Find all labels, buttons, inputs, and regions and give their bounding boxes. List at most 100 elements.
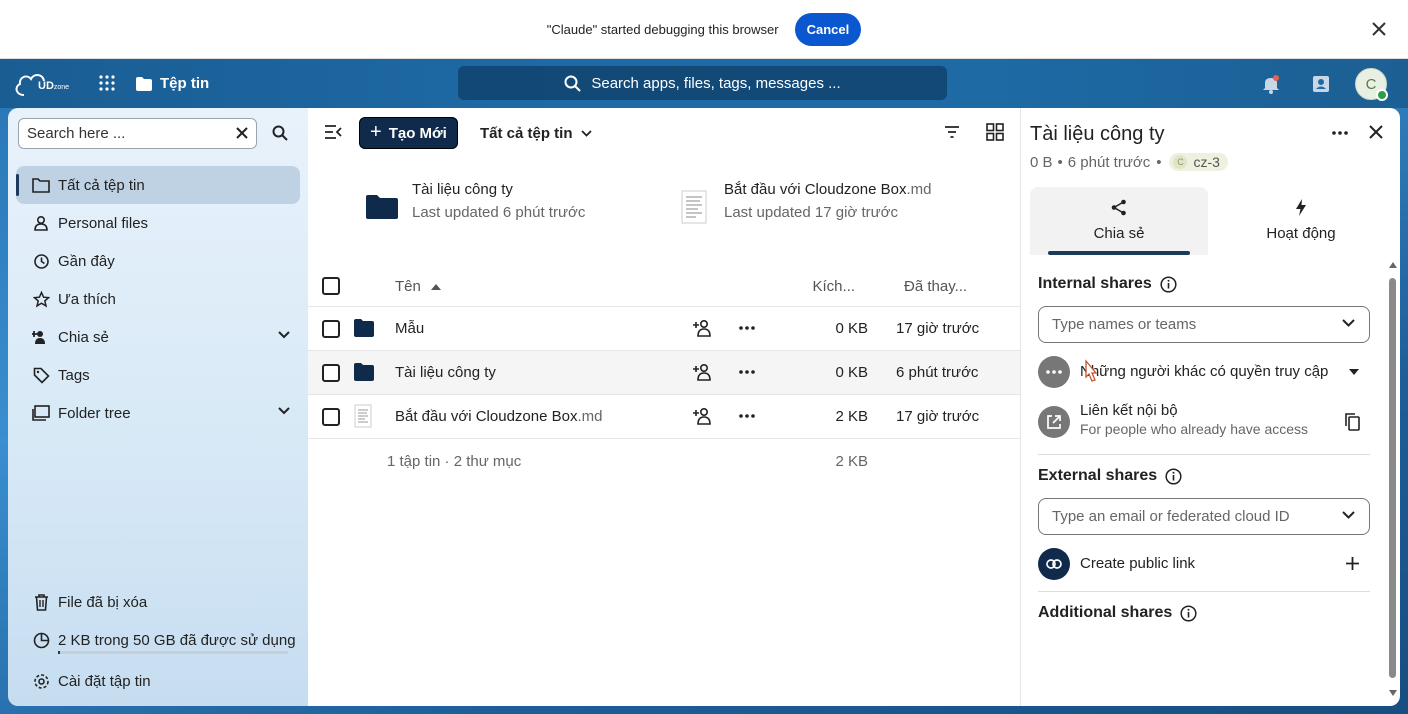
sidebar-search-input[interactable] — [27, 125, 227, 142]
history-icon — [33, 253, 49, 269]
scrollbar-thumb[interactable] — [1389, 278, 1396, 678]
select-all-checkbox[interactable] — [322, 277, 340, 295]
details-title: Tài liệu công ty — [1030, 123, 1165, 145]
folder-icon — [354, 319, 374, 337]
others-access-label: Những người khác có quyền truy cập — [1080, 363, 1329, 380]
info-icon[interactable] — [1160, 275, 1177, 293]
more-actions-icon[interactable] — [1332, 124, 1348, 142]
row-checkbox[interactable] — [322, 364, 340, 382]
create-public-link-row[interactable]: Create public link — [1038, 539, 1370, 589]
cloudzone-logo[interactable]: UDzone — [12, 69, 78, 99]
column-header-name[interactable]: Tên — [395, 278, 441, 295]
more-actions-icon[interactable] — [739, 319, 755, 337]
folder-icon — [136, 76, 152, 91]
summary-count: 1 tập tin · 2 thư mục — [387, 453, 522, 470]
close-icon[interactable] — [1370, 20, 1388, 38]
new-button-label: Tạo Mới — [388, 124, 447, 142]
recent-card[interactable]: Tài liệu công ty Last updated 6 phút trư… — [364, 181, 585, 225]
file-modified: 17 giờ trước — [896, 408, 980, 425]
cancel-debug-button[interactable]: Cancel — [794, 12, 862, 46]
caret-down-icon[interactable] — [1349, 369, 1359, 375]
share-person-icon[interactable] — [692, 407, 712, 425]
chevron-down-icon[interactable] — [278, 407, 290, 415]
sidebar-item-shares[interactable]: Chia sẻ — [16, 318, 300, 356]
online-status-indicator — [1376, 89, 1388, 101]
contacts-icon[interactable] — [1311, 74, 1331, 94]
app-grid-icon[interactable] — [99, 75, 115, 91]
debug-message: "Claude" started debugging this browser — [546, 21, 779, 37]
toggle-sidebar-icon[interactable] — [324, 124, 342, 140]
search-icon[interactable] — [272, 125, 288, 141]
user-avatar[interactable]: C — [1355, 68, 1388, 101]
tag-icon — [33, 367, 50, 384]
table-row[interactable]: Tài liệu công ty 0 KB 6 phút trước — [308, 351, 1020, 395]
row-checkbox[interactable] — [322, 320, 340, 338]
table-row[interactable]: Mẫu 0 KB 17 giờ trước — [308, 307, 1020, 351]
filter-icon[interactable] — [944, 125, 960, 139]
tag-label: cz-3 — [1193, 154, 1220, 170]
sidebar-item-recent[interactable]: Gần đây — [16, 242, 300, 280]
row-checkbox[interactable] — [322, 408, 340, 426]
file-name[interactable]: Bắt đầu với Cloudzone Box.md — [395, 408, 602, 425]
file-toolbar: + Tạo Mới Tất cả tệp tin — [308, 108, 1020, 158]
sidebar-item-tags[interactable]: Tags — [16, 356, 300, 394]
details-sidebar: Tài liệu công ty 0 B • 6 phút trước • Cc… — [1020, 108, 1400, 706]
clear-search-icon[interactable] — [235, 126, 249, 140]
file-name[interactable]: Tài liệu công ty — [395, 364, 496, 381]
share-icon — [32, 331, 45, 344]
global-search[interactable]: Search apps, files, tags, messages ... — [458, 66, 947, 100]
file-name[interactable]: Mẫu — [395, 320, 424, 337]
internal-link-row[interactable]: Liên kết nội bộ For people who already h… — [1038, 397, 1370, 447]
pie-chart-icon — [33, 632, 49, 648]
sidebar-item-all-files[interactable]: Tất cả tệp tin — [16, 166, 300, 204]
global-search-placeholder: Search apps, files, tags, messages ... — [591, 74, 841, 92]
view-filter-dropdown[interactable]: Tất cả tệp tin — [480, 125, 592, 142]
info-icon[interactable] — [1165, 467, 1182, 485]
new-button[interactable]: + Tạo Mới — [359, 117, 458, 149]
close-icon[interactable] — [1369, 125, 1383, 139]
chevron-down-icon — [1342, 319, 1355, 327]
public-link-label: Create public link — [1080, 555, 1196, 572]
table-row[interactable]: Bắt đầu với Cloudzone Box.md 2 KB 17 giờ… — [308, 395, 1020, 439]
tab-sharing[interactable]: Chia sẻ — [1030, 187, 1208, 255]
column-header-size[interactable]: Kích... — [812, 278, 855, 295]
share-person-icon[interactable] — [692, 363, 712, 381]
sidebar-item-deleted-files[interactable]: File đã bị xóa — [16, 583, 300, 621]
lightning-icon — [1296, 199, 1306, 216]
grid-view-icon[interactable] — [986, 123, 1004, 141]
scroll-down-icon[interactable] — [1389, 690, 1397, 696]
app-name-label: Tệp tin — [160, 75, 210, 92]
sidebar-item-label: Folder tree — [58, 404, 131, 422]
sidebar-item-quota: 2 KB trong 50 GB đã được sử dụng — [16, 621, 300, 659]
recent-card[interactable]: Bắt đầu với Cloudzone Box.md Last update… — [676, 181, 931, 225]
info-icon[interactable] — [1180, 604, 1197, 622]
plus-icon[interactable] — [1346, 557, 1359, 570]
tab-activity[interactable]: Hoạt động — [1212, 187, 1390, 255]
others-with-access-row[interactable]: Những người khác có quyền truy cập — [1038, 347, 1370, 397]
internal-shares-section: Internal shares — [1038, 273, 1370, 295]
divider — [1038, 591, 1370, 592]
external-shares-section: External shares — [1038, 465, 1370, 487]
sidebar-item-settings[interactable]: Cài đặt tập tin — [16, 662, 300, 700]
table-summary: 1 tập tin · 2 thư mục 2 KB — [308, 439, 1020, 483]
system-tag[interactable]: Ccz-3 — [1169, 153, 1228, 171]
view-filter-label: Tất cả tệp tin — [480, 125, 573, 142]
sidebar-item-favorites[interactable]: Ưa thích — [16, 280, 300, 318]
sidebar-item-personal-files[interactable]: Personal files — [16, 204, 300, 242]
details-scrollbar[interactable] — [1388, 262, 1398, 698]
recent-card-name: Bắt đầu với Cloudzone Box.md — [724, 181, 932, 198]
scroll-up-icon[interactable] — [1389, 262, 1397, 268]
sidebar-item-folder-tree[interactable]: Folder tree — [16, 394, 300, 432]
internal-share-search[interactable]: Type names or teams — [1038, 306, 1370, 343]
notifications-bell-icon[interactable] — [1261, 74, 1281, 94]
app-name-files[interactable]: Tệp tin — [136, 75, 209, 92]
copy-icon[interactable] — [1344, 412, 1361, 432]
sidebar-item-label: Gần đây — [58, 252, 115, 270]
more-actions-icon[interactable] — [739, 407, 755, 425]
external-share-search[interactable]: Type an email or federated cloud ID — [1038, 498, 1370, 535]
more-actions-icon[interactable] — [739, 363, 755, 381]
chevron-down-icon[interactable] — [278, 331, 290, 339]
column-header-modified[interactable]: Đã thay... — [904, 278, 967, 295]
internal-link-label: Liên kết nội bộ — [1080, 402, 1178, 419]
share-person-icon[interactable] — [692, 319, 712, 337]
